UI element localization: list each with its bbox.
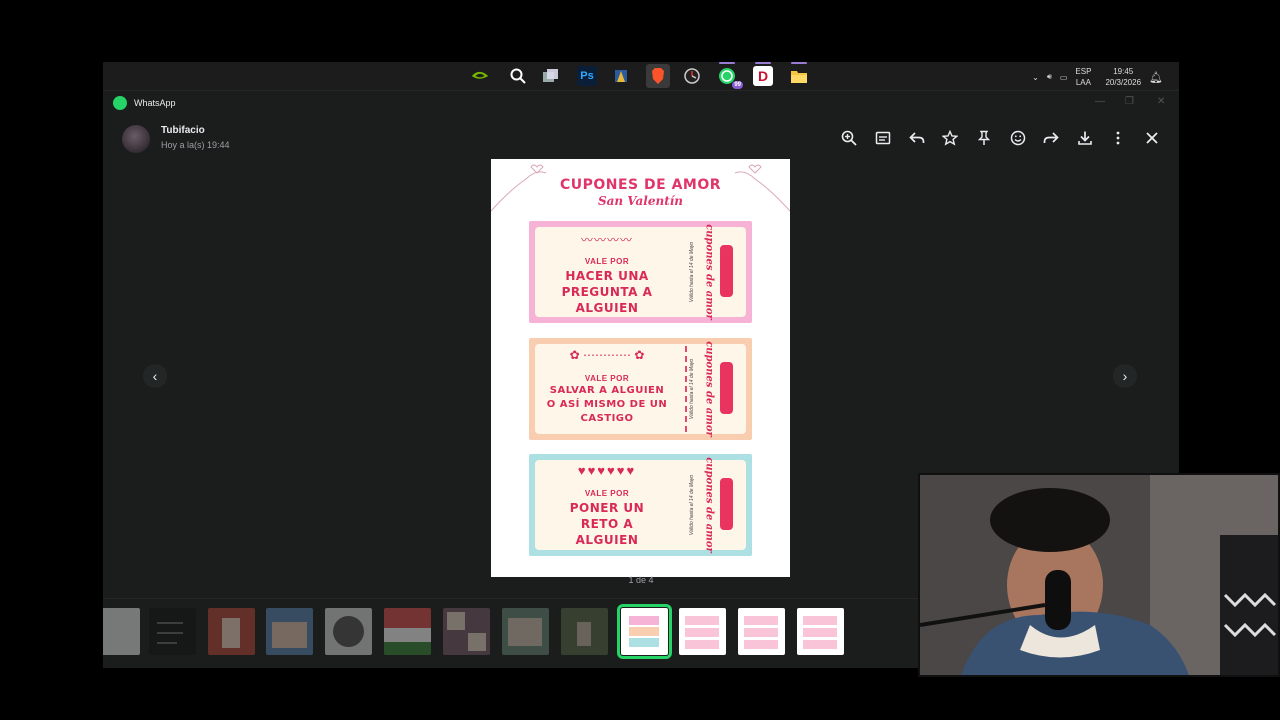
star-icon[interactable] [941, 129, 959, 147]
zigzag-decoration: 〰〰〰〰 [580, 233, 633, 247]
coupon-valid-text: Válido hasta el 14 de Mayo [689, 474, 695, 536]
media-thumbnail[interactable] [561, 608, 608, 655]
chevron-up-icon[interactable]: ⌄ [1032, 73, 1039, 82]
coupon-text: PONER UN RETO A ALGUIEN [569, 501, 645, 547]
webcam-feed-image [920, 475, 1278, 675]
flower-decoration: ✿ ⋯⋯⋯⋯ ✿ [569, 348, 645, 362]
image-subtitle: San Valentín [597, 194, 684, 208]
coupon-text: HACER UNA PREGUNTA A ALGUIEN [561, 269, 653, 315]
media-image[interactable]: CUPONES DE AMOR San Valentín 〰〰〰〰 VALE P… [491, 159, 790, 577]
coupon-valid-text: Válido hasta el 14 de Mayo [689, 358, 695, 420]
media-thumbnail[interactable] [208, 608, 255, 655]
taskbar: Ps 99 D ⌄ 🔊︎ ▭ ESP LAA 19:45 20/3/2026 🔔… [103, 62, 1179, 91]
coupon-text: SALVAR A ALGUIEN O ASÍ MISMO DE UN CASTI… [546, 385, 668, 424]
task-view-icon[interactable] [541, 66, 561, 86]
monitor-icon[interactable]: ▭ [1060, 73, 1068, 82]
window-titlebar: WhatsApp — ❐ ✕ [103, 91, 1179, 117]
media-thumbnail[interactable] [149, 608, 196, 655]
window-close-icon[interactable]: ✕ [1157, 96, 1165, 107]
volume-icon[interactable]: 🔊︎ [1047, 72, 1052, 82]
coupon-brand: cupones de amor [703, 457, 715, 553]
media-viewer-header: Tubifacio Hoy a la(s) 19:44 [103, 117, 1179, 157]
media-thumbnail[interactable] [738, 608, 785, 655]
reply-icon[interactable] [908, 129, 926, 147]
minimize-icon[interactable]: — [1095, 96, 1105, 107]
whatsapp-icon[interactable]: 99 [717, 62, 743, 89]
more-icon[interactable] [1109, 129, 1127, 147]
previous-media-button[interactable]: ‹ [143, 364, 167, 388]
react-icon[interactable] [1009, 129, 1027, 147]
close-icon[interactable] [1143, 129, 1161, 147]
whatsapp-badge: 99 [732, 81, 743, 89]
media-thumbnail[interactable] [325, 608, 372, 655]
system-tray: ⌄ 🔊︎ ▭ ESP LAA 19:45 20/3/2026 🔔︎ [1032, 65, 1163, 89]
zoom-in-icon[interactable] [840, 129, 858, 147]
media-thumbnail[interactable] [384, 608, 431, 655]
coupon-vale-label: VALE POR [584, 374, 630, 383]
avatar[interactable] [122, 125, 150, 153]
coupon-card: ♥♥♥♥♥♥ VALE POR PONER UN RETO A ALGUIEN … [529, 454, 752, 556]
media-thumbnail[interactable] [266, 608, 313, 655]
media-thumbnail[interactable] [679, 608, 726, 655]
nvidia-icon[interactable] [470, 66, 490, 86]
search-icon[interactable] [508, 66, 528, 86]
coupon-brand: cupones de amor [703, 224, 715, 320]
caption-icon[interactable] [874, 129, 892, 147]
clock-app-icon[interactable] [682, 66, 702, 86]
media-thumbnail[interactable] [502, 608, 549, 655]
hearts-decoration: ♥♥♥♥♥♥ [577, 463, 637, 478]
coupon-vale-label: VALE POR [584, 257, 630, 266]
coupon-brand: cupones de amor [703, 341, 715, 437]
media-thumbnail[interactable] [797, 608, 844, 655]
forward-icon[interactable] [1042, 129, 1060, 147]
coupon-vale-label: VALE POR [584, 489, 630, 498]
file-explorer-icon[interactable] [789, 62, 809, 86]
brave-icon[interactable] [646, 64, 670, 88]
webcam-overlay [918, 473, 1280, 677]
download-icon[interactable] [1076, 129, 1094, 147]
media-thumbnail-selected[interactable] [617, 604, 672, 659]
sender-name[interactable]: Tubifacio [161, 125, 205, 136]
clock[interactable]: 19:45 20/3/2026 [1105, 66, 1141, 88]
next-media-button[interactable]: › [1113, 364, 1137, 388]
photoshop-icon[interactable]: Ps [577, 66, 597, 86]
coupon-card: ✿ ⋯⋯⋯⋯ ✿ VALE POR SALVAR A ALGUIEN O ASÍ… [529, 338, 752, 440]
whatsapp-logo-icon [113, 96, 127, 110]
notification-bell-icon[interactable]: 🔔︎ [1149, 71, 1163, 84]
app-icon[interactable] [611, 66, 631, 86]
image-title: CUPONES DE AMOR [559, 177, 722, 193]
sent-timestamp: Hoy a la(s) 19:44 [161, 140, 230, 150]
window-title: WhatsApp [134, 98, 176, 108]
media-thumbnail[interactable] [443, 608, 490, 655]
d-app-icon[interactable]: D [753, 62, 773, 86]
chevron-right-icon: › [1122, 368, 1128, 384]
coupon-valid-text: Válido hasta el 14 de Mayo [689, 241, 695, 303]
chevron-left-icon: ‹ [152, 368, 158, 384]
media-thumbnail[interactable] [103, 608, 140, 655]
maximize-icon[interactable]: ❐ [1125, 96, 1134, 107]
page-counter: 1 de 4 [628, 575, 654, 585]
pin-icon[interactable] [975, 129, 993, 147]
coupon-card: 〰〰〰〰 VALE POR HACER UNA PREGUNTA A ALGUI… [529, 221, 752, 323]
language-indicator[interactable]: ESP LAA [1075, 66, 1091, 88]
